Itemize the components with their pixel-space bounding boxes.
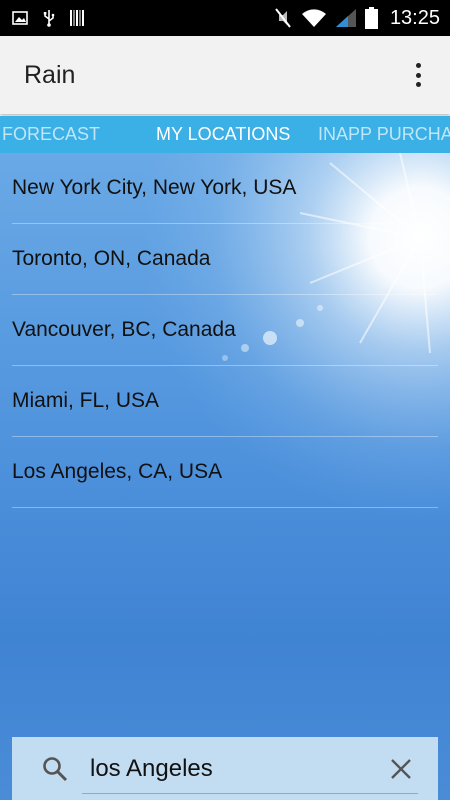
location-label: Vancouver, BC, Canada bbox=[12, 318, 236, 341]
clock: 13:25 bbox=[389, 6, 440, 29]
tab-forecast[interactable]: FORECAST bbox=[2, 116, 100, 153]
app-title: Rain bbox=[24, 60, 76, 89]
tab-my-locations[interactable]: MY LOCATIONS bbox=[156, 116, 290, 153]
wifi-icon bbox=[301, 8, 327, 28]
search-input[interactable] bbox=[90, 748, 360, 789]
status-bar: 13:25 bbox=[0, 0, 450, 36]
list-item[interactable]: New York City, New York, USA bbox=[12, 153, 438, 224]
usb-icon bbox=[42, 9, 56, 27]
app-bar: Rain bbox=[0, 36, 450, 114]
list-item[interactable]: Vancouver, BC, Canada bbox=[12, 295, 438, 366]
list-item[interactable]: Miami, FL, USA bbox=[12, 366, 438, 437]
image-icon bbox=[12, 11, 28, 25]
battery-icon bbox=[364, 7, 378, 29]
location-list: New York City, New York, USA Toronto, ON… bbox=[12, 153, 438, 508]
list-item[interactable]: Los Angeles, CA, USA bbox=[12, 437, 438, 508]
tab-bar: FORECAST MY LOCATIONS INAPP PURCHA bbox=[0, 116, 450, 153]
tab-inapp-purchases[interactable]: INAPP PURCHA bbox=[318, 116, 450, 153]
location-label: Toronto, ON, Canada bbox=[12, 247, 211, 270]
search-underline bbox=[82, 793, 418, 794]
list-item[interactable]: Toronto, ON, Canada bbox=[12, 224, 438, 295]
barcode-icon bbox=[70, 10, 84, 26]
signal-icon bbox=[335, 8, 357, 28]
location-label: Miami, FL, USA bbox=[12, 389, 160, 412]
search-bar bbox=[12, 737, 438, 800]
close-icon[interactable] bbox=[390, 758, 412, 780]
location-label: Los Angeles, CA, USA bbox=[12, 460, 223, 483]
mute-icon bbox=[273, 7, 293, 29]
location-label: New York City, New York, USA bbox=[12, 176, 297, 199]
search-icon[interactable] bbox=[42, 756, 68, 782]
locations-panel: New York City, New York, USA Toronto, ON… bbox=[0, 153, 450, 800]
more-vert-icon[interactable] bbox=[406, 60, 430, 90]
